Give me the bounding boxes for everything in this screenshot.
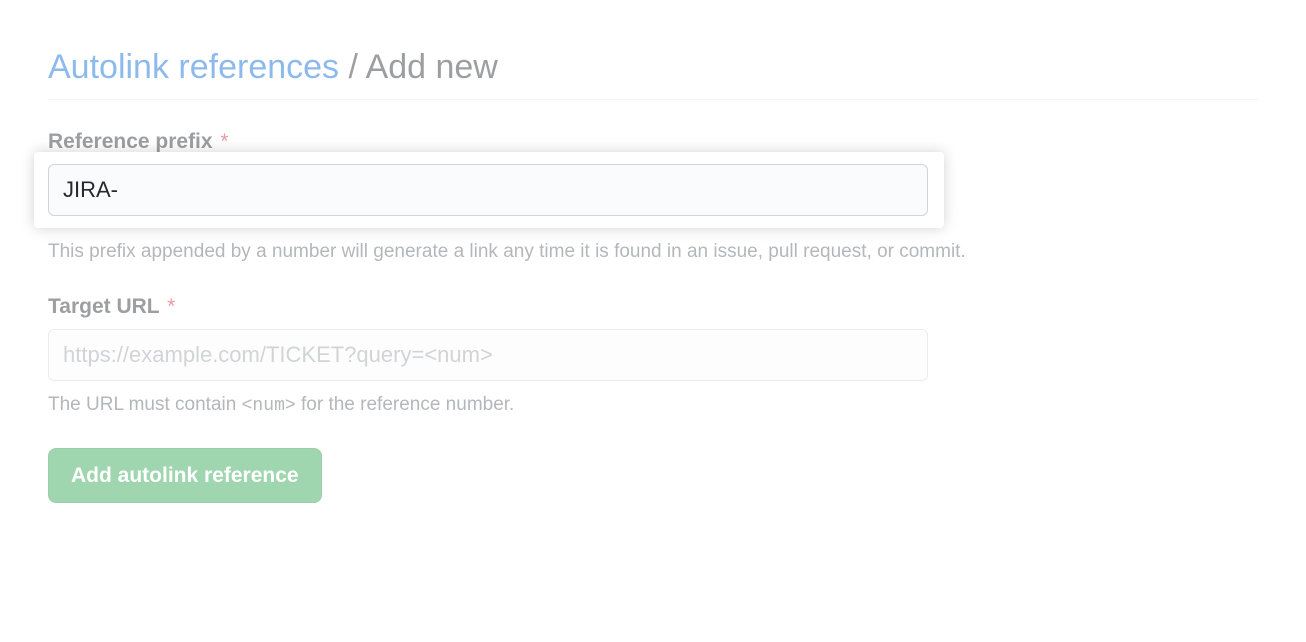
page-title: Autolink references / Add new bbox=[48, 48, 1258, 100]
breadcrumb-autolink-references-link[interactable]: Autolink references bbox=[48, 48, 339, 86]
reference-prefix-help: This prefix appended by a number will ge… bbox=[48, 238, 1258, 267]
add-autolink-reference-button[interactable]: Add autolink reference bbox=[48, 448, 322, 503]
breadcrumb-current: Add new bbox=[366, 48, 498, 86]
required-asterisk-icon: * bbox=[220, 130, 228, 153]
reference-prefix-input[interactable] bbox=[48, 164, 928, 216]
reference-prefix-label: Reference prefix * bbox=[48, 130, 1258, 154]
target-url-label: Target URL * bbox=[48, 295, 1258, 319]
breadcrumb-separator: / bbox=[349, 48, 358, 86]
reference-prefix-highlight bbox=[34, 152, 944, 228]
required-asterisk-icon: * bbox=[167, 295, 175, 318]
target-url-help: The URL must contain <num> for the refer… bbox=[48, 391, 1258, 420]
target-url-input[interactable] bbox=[48, 329, 928, 381]
